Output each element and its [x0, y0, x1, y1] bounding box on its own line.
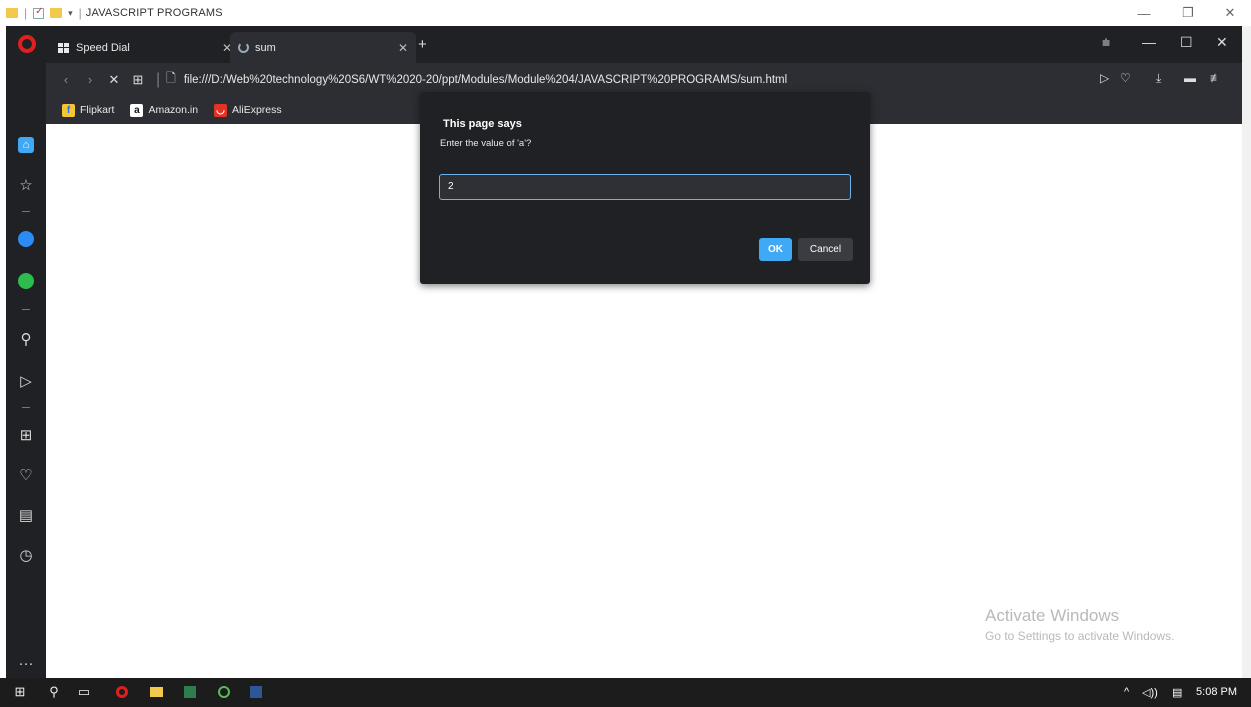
dialog-title: This page says [443, 118, 522, 130]
send-flow-icon[interactable]: ▷ [1100, 71, 1109, 85]
volume-icon[interactable]: ◁)) [1142, 686, 1158, 699]
browser-close-button[interactable]: ✕ [1216, 34, 1228, 51]
file-explorer-icon[interactable] [148, 684, 164, 700]
tab-speed-dial[interactable]: Speed Dial ✕ [50, 32, 240, 63]
notifications-icon[interactable]: ▤ [1172, 686, 1182, 699]
bookmarks-heart-icon[interactable]: ♡ [16, 465, 36, 485]
clock-time[interactable]: 5:08 PM [1196, 686, 1237, 698]
url-field[interactable]: file:///D:/Web%20technology%20S6/WT%2020… [184, 74, 787, 86]
easy-setup-sliders-icon[interactable]: ≢ [1210, 71, 1222, 85]
browser-minimize-button[interactable]: — [1142, 34, 1156, 50]
history-clock-icon[interactable]: ◷ [16, 545, 36, 565]
speed-dial-icon [58, 42, 70, 53]
aliexpress-icon: ◡ [214, 103, 228, 117]
show-hidden-icons-icon[interactable]: ^ [1124, 686, 1129, 698]
back-button[interactable]: ‹ [54, 72, 78, 87]
customize-dropdown-icon[interactable]: ▾ [68, 8, 73, 19]
vertical-scrollbar[interactable] [1242, 26, 1251, 678]
loading-app-icon[interactable] [216, 684, 232, 700]
activate-windows-watermark: Activate Windows Go to Settings to activ… [985, 606, 1174, 643]
search-icon[interactable]: ⚲ [46, 684, 62, 700]
watermark-subtitle: Go to Settings to activate Windows. [985, 629, 1175, 643]
downloads-icon[interactable]: ⤓ [1156, 71, 1161, 86]
bookmark-heart-icon[interactable]: ♡ [1120, 71, 1131, 85]
windows-taskbar: ⊞ ⚲ ▭ ^ ◁)) ▤ 5:08 PM [0, 678, 1251, 707]
task-view-icon[interactable]: ▭ [76, 684, 92, 700]
tab-sum[interactable]: sum ✕ [230, 32, 416, 63]
battery-saver-icon[interactable]: ▬ [1184, 71, 1196, 85]
new-tab-button[interactable]: + [418, 36, 427, 53]
word-icon[interactable] [248, 684, 264, 700]
close-tab-icon[interactable]: ✕ [398, 41, 408, 55]
prompt-dialog: This page says Enter the value of 'a'? 2… [420, 92, 870, 284]
quick-access-toolbar: | ▾ | [0, 6, 82, 20]
opera-taskbar-icon[interactable] [114, 684, 130, 700]
opera-logo-icon[interactable] [18, 35, 36, 53]
bookmark-flipkart[interactable]: f Flipkart [62, 103, 114, 117]
prompt-input[interactable]: 2 [439, 174, 851, 200]
forward-button[interactable]: › [78, 72, 102, 87]
bookmark-amazon[interactable]: a Amazon.in [130, 103, 198, 117]
properties-icon[interactable] [33, 6, 45, 19]
flipkart-icon: f [62, 103, 75, 117]
explorer-restore-button[interactable]: ❐ [1170, 0, 1206, 26]
app-icon[interactable] [182, 684, 198, 700]
speed-dial-star-icon[interactable]: ☆ [16, 175, 36, 195]
loading-spinner-icon [238, 42, 249, 53]
tab-label: sum [255, 41, 276, 54]
watermark-title: Activate Windows [985, 606, 1120, 625]
browser-maximize-button[interactable]: ☐ [1180, 34, 1193, 51]
explorer-minimize-button[interactable]: — [1126, 0, 1162, 26]
tab-label: Speed Dial [76, 41, 130, 54]
ok-button[interactable]: OK [759, 238, 792, 261]
search-icon[interactable]: ⚲ [16, 329, 36, 349]
whatsapp-icon[interactable] [16, 271, 36, 291]
home-icon[interactable]: ⌂ [16, 135, 36, 155]
explorer-close-button[interactable]: ✕ [1212, 0, 1248, 26]
news-icon[interactable]: ▤ [16, 505, 36, 525]
amazon-icon: a [130, 103, 144, 117]
cancel-button[interactable]: Cancel [798, 238, 853, 261]
folder-icon[interactable] [6, 8, 18, 18]
explorer-title-bar: | ▾ | JAVASCRIPT PROGRAMS — ❐ ✕ [0, 0, 1251, 26]
new-folder-icon[interactable] [50, 8, 63, 18]
easy-setup-icon[interactable]: ⩧ [1102, 34, 1110, 51]
stop-loading-button[interactable]: ✕ [102, 72, 126, 88]
workspaces-icon[interactable]: ⊞ [16, 425, 36, 445]
messenger-icon[interactable] [16, 229, 36, 249]
sidebar-more-icon[interactable]: ··· [16, 653, 36, 673]
page-file-icon: 🗋 [166, 71, 176, 85]
start-button-icon[interactable]: ⊞ [12, 684, 28, 700]
bookmark-aliexpress[interactable]: ◡ AliExpress [214, 103, 282, 117]
tab-overview-icon[interactable]: ⊞ [126, 72, 150, 88]
flow-send-icon[interactable]: ▷ [16, 371, 36, 391]
browser-window: Speed Dial ✕ sum ✕ + ⩧ — ☐ ✕ ⌂ ☆ ⚲ ▷ ⊞ ♡… [6, 26, 1242, 678]
dialog-message: Enter the value of 'a'? [440, 138, 532, 149]
sidebar: ⌂ ☆ ⚲ ▷ ⊞ ♡ ▤ ◷ ··· [6, 63, 46, 678]
explorer-window-title: JAVASCRIPT PROGRAMS [85, 7, 223, 19]
tab-bar: Speed Dial ✕ sum ✕ + ⩧ — ☐ ✕ [6, 26, 1242, 63]
